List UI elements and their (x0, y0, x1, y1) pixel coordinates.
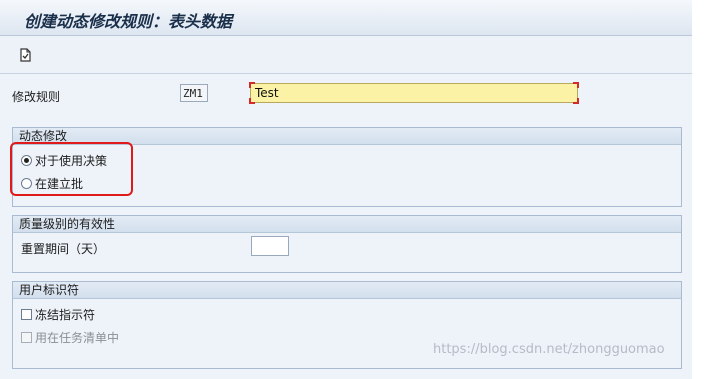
required-marker (249, 98, 255, 104)
reset-period-label: 重置期间（天） (21, 242, 106, 256)
checkbox[interactable] (21, 309, 32, 320)
toolbar (0, 36, 692, 74)
checkbox-use-in-task-list: 用在任务清单中 (21, 329, 119, 346)
reset-period-input[interactable] (251, 236, 289, 256)
required-marker (573, 82, 579, 88)
radio-batch-creation[interactable]: 在建立批 (21, 175, 83, 192)
rule-label: 修改规则 (12, 90, 61, 104)
sap-window: 创建动态修改规则：表头数据 修改规则 ZM1 Test 动态修改 对于使用决策 (0, 0, 692, 379)
watermark-text: https://blog.csdn.net/zhongguomao (433, 342, 665, 357)
rule-code-field[interactable]: ZM1 (180, 84, 208, 102)
group-title: 用户标识符 (13, 282, 681, 299)
radio-button-selected[interactable] (21, 155, 32, 166)
dynamic-modification-group: 动态修改 (12, 127, 682, 207)
title-bar: 创建动态修改规则：表头数据 (0, 0, 692, 36)
rule-description-field[interactable]: Test (249, 82, 579, 104)
radio-label: 在建立批 (35, 177, 84, 191)
radio-button[interactable] (21, 178, 32, 189)
checkbox-freeze-indicator[interactable]: 冻结指示符 (21, 306, 95, 323)
checkbox-disabled (21, 332, 32, 343)
window-title: 创建动态修改规则：表头数据 (24, 12, 233, 31)
checkbox-label: 冻结指示符 (35, 308, 96, 322)
document-icon (20, 48, 31, 62)
group-title: 动态修改 (13, 128, 681, 145)
group-title: 质量级别的有效性 (13, 216, 681, 233)
radio-label: 对于使用决策 (35, 154, 108, 168)
radio-usage-decision[interactable]: 对于使用决策 (21, 152, 107, 169)
required-marker (573, 98, 579, 104)
quality-level-group: 质量级别的有效性 (12, 215, 682, 273)
document-button[interactable] (17, 47, 33, 63)
required-marker (249, 82, 255, 88)
checkbox-label: 用在任务清单中 (35, 331, 120, 345)
rule-description-value: Test (255, 86, 279, 100)
